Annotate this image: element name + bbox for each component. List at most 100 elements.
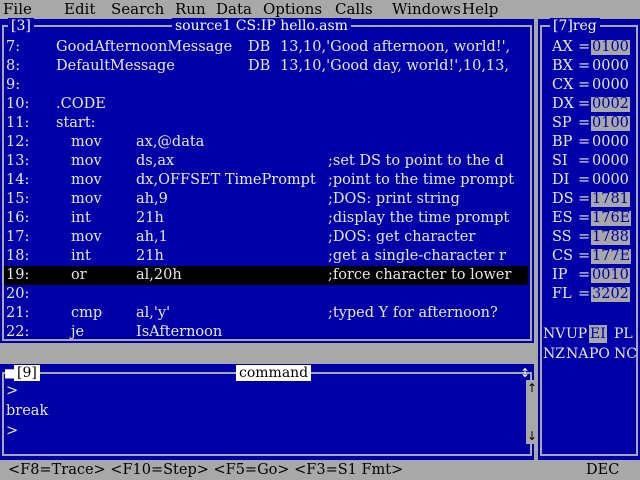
register-value[interactable]: 0000: [591, 154, 630, 169]
register-name: BP: [552, 134, 573, 150]
flag-nc[interactable]: NC: [614, 345, 637, 363]
line-number: 18:: [6, 248, 30, 264]
mnemonic: int: [71, 248, 91, 264]
menu-options[interactable]: Options: [263, 0, 322, 19]
menu-file[interactable]: File: [3, 0, 32, 19]
register-value[interactable]: 1781: [591, 192, 630, 207]
source-line[interactable]: 11: start:: [4, 114, 528, 133]
register-value[interactable]: 176E: [591, 211, 632, 226]
line-number: 12:: [6, 134, 30, 150]
flag-nz[interactable]: NZ: [543, 345, 565, 363]
equals-sign: =: [578, 58, 591, 74]
source-line[interactable]: 8: DefaultMessage DB 13,10,'Good day, world…: [4, 57, 528, 76]
register-es[interactable]: ES = 176E: [538, 209, 638, 228]
line-number: 21:: [6, 305, 30, 321]
register-value[interactable]: 0000: [591, 135, 630, 150]
register-dx[interactable]: DX = 0002: [538, 95, 638, 114]
register-value[interactable]: 0010: [591, 268, 630, 283]
menu-data[interactable]: Data: [216, 0, 252, 19]
register-si[interactable]: SI = 0000: [538, 152, 638, 171]
register-ip[interactable]: IP = 0010: [538, 266, 638, 285]
source-line[interactable]: 18: int 21h ;get a single-character r: [4, 247, 528, 266]
source-line[interactable]: 19: or al,20h ;force character to lower: [4, 266, 528, 285]
flag-ei[interactable]: EI: [589, 325, 607, 343]
register-cs[interactable]: CS = 177E: [538, 247, 638, 266]
register-value[interactable]: 0000: [591, 78, 630, 93]
command-pane[interactable]: [9] command > break > ↑ ↓ ■ ↕: [0, 364, 538, 460]
source-line[interactable]: 22: je IsAfternoon: [4, 323, 528, 342]
menu-help[interactable]: Help: [462, 0, 498, 19]
equals-sign: =: [578, 229, 591, 245]
comment: ;DOS: get character: [328, 229, 476, 245]
function-key-hints[interactable]: <F8=Trace> <F10=Step> <F5=Go> <F3=S1 Fmt…: [8, 460, 403, 480]
command-line[interactable]: break: [6, 402, 48, 421]
menu-calls[interactable]: Calls: [335, 0, 373, 19]
mnemonic: mov: [71, 172, 102, 188]
flag-up[interactable]: UP: [566, 325, 587, 343]
register-cx[interactable]: CX = 0000: [538, 76, 638, 95]
source-line[interactable]: 10: .CODE: [4, 95, 528, 114]
operand: dx,OFFSET TimePrompt: [136, 172, 316, 188]
register-pane[interactable]: [7]reg AX = 0100 BX = 0000 CX = 0000 DX = 0002 SP = 01…: [538, 18, 640, 460]
command-line[interactable]: >: [6, 422, 18, 441]
line-number: 22:: [6, 324, 30, 340]
register-value[interactable]: 0100: [591, 116, 630, 131]
menu-search[interactable]: Search: [111, 0, 164, 19]
register-value[interactable]: 1788: [591, 230, 630, 245]
register-value[interactable]: 177E: [591, 249, 632, 264]
source-line[interactable]: 14: mov dx,OFFSET TimePrompt ;point to the …: [4, 171, 528, 190]
source-line[interactable]: 12: mov ax,@data: [4, 133, 528, 152]
register-bx[interactable]: BX = 0000: [538, 57, 638, 76]
menu-windows[interactable]: Windows: [392, 0, 461, 19]
command-line[interactable]: >: [6, 382, 18, 401]
register-ax[interactable]: AX = 0100: [538, 38, 638, 57]
command-pane-number[interactable]: [9]: [14, 365, 40, 381]
register-value[interactable]: 3202: [591, 287, 630, 302]
source-line[interactable]: 16: int 21h ;display the time prompt: [4, 209, 528, 228]
source-line[interactable]: 7: GoodAfternoonMessage DB 13,10,'Good afte…: [4, 38, 528, 57]
source-line[interactable]: 21: cmp al,'y' ;typed Y for afternoon?: [4, 304, 528, 323]
mnemonic: mov: [71, 191, 102, 207]
flag-nv[interactable]: NV: [543, 325, 565, 343]
source-pane[interactable]: [3] source1 CS:IP hello.asm 7: GoodAftern…: [0, 18, 534, 343]
command-pane-title: command: [236, 365, 312, 381]
menu-run[interactable]: Run: [175, 0, 206, 19]
register-di[interactable]: DI = 0000: [538, 171, 638, 190]
label: DefaultMessage: [56, 58, 175, 74]
command-pane-border: [2, 372, 532, 456]
flag-na[interactable]: NA: [566, 345, 588, 363]
resize-icon[interactable]: ↕: [520, 367, 530, 379]
equals-sign: =: [578, 134, 591, 150]
register-fl[interactable]: FL = 3202: [538, 285, 638, 304]
scroll-up-icon[interactable]: ↑: [527, 382, 537, 394]
register-value[interactable]: 0100: [591, 40, 630, 55]
register-ss[interactable]: SS = 1788: [538, 228, 638, 247]
register-value[interactable]: 0000: [591, 173, 630, 188]
close-icon[interactable]: ■: [4, 367, 15, 379]
flag-po[interactable]: PO: [589, 345, 610, 363]
source-line[interactable]: 9:: [4, 76, 528, 95]
source-line[interactable]: 13: mov ds,ax ;set DS to point to the d: [4, 152, 528, 171]
operand: ah,9: [136, 191, 168, 207]
comment: ;point to the time prompt: [328, 172, 515, 188]
register-value[interactable]: 0000: [591, 59, 630, 74]
line-number: 17:: [6, 229, 30, 245]
source-pane-number[interactable]: [3]: [8, 18, 34, 34]
scroll-down-icon[interactable]: ↓: [527, 430, 537, 442]
source-line[interactable]: 15: mov ah,9 ;DOS: print string: [4, 190, 528, 209]
mnemonic: cmp: [71, 305, 103, 321]
register-sp[interactable]: SP = 0100: [538, 114, 638, 133]
directive: DB: [248, 58, 271, 74]
comment: ;DOS: print string: [328, 191, 460, 207]
label: .CODE: [56, 96, 106, 112]
menu-edit[interactable]: Edit: [64, 0, 95, 19]
equals-sign: =: [578, 115, 591, 131]
source-line[interactable]: 20:: [4, 285, 528, 304]
flag-pl[interactable]: PL: [614, 325, 633, 343]
register-value[interactable]: 0002: [591, 97, 630, 112]
register-ds[interactable]: DS = 1781: [538, 190, 638, 209]
register-name: IP: [552, 267, 568, 283]
operand: al,20h: [136, 267, 182, 283]
source-line[interactable]: 17: mov ah,1 ;DOS: get character: [4, 228, 528, 247]
register-bp[interactable]: BP = 0000: [538, 133, 638, 152]
